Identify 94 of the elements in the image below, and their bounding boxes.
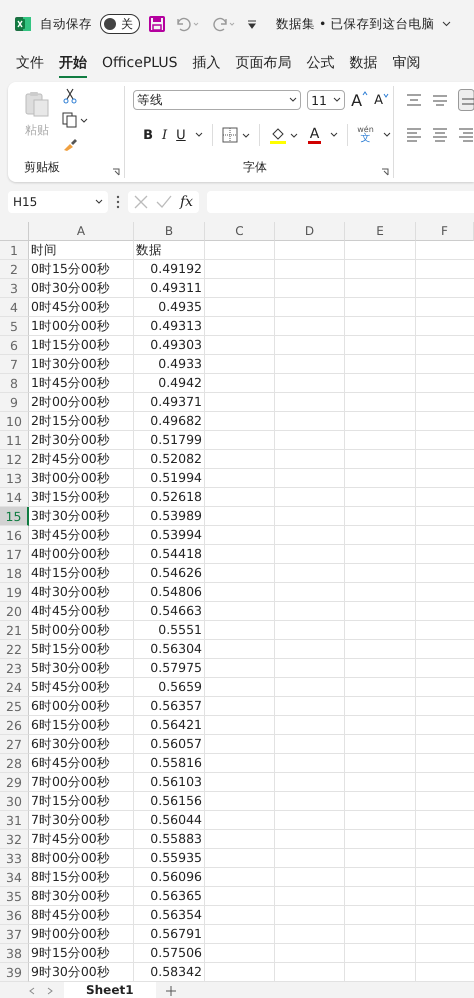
bold-button[interactable]: B — [143, 128, 154, 142]
row-header[interactable]: 3 — [0, 279, 29, 298]
sheet-tab[interactable]: Sheet1 — [64, 982, 156, 998]
ribbon-tab[interactable]: OfficePLUS — [102, 51, 178, 77]
row-header[interactable]: 11 — [0, 431, 29, 450]
row-header[interactable]: 21 — [0, 621, 29, 640]
font-size-field[interactable]: 11 — [307, 90, 346, 110]
row-header[interactable]: 30 — [0, 792, 29, 811]
row-header[interactable]: 25 — [0, 697, 29, 716]
autosave-toggle[interactable]: 关 — [100, 14, 140, 34]
copy-icon[interactable] — [62, 112, 88, 128]
row-header[interactable]: 12 — [0, 450, 29, 469]
ribbon-tab[interactable]: 开始 — [59, 50, 87, 78]
row-header[interactable]: 35 — [0, 887, 29, 906]
caret-down-icon — [382, 92, 389, 98]
row-header[interactable]: 4 — [0, 298, 29, 317]
row-header[interactable]: 19 — [0, 583, 29, 602]
fill-color-icon[interactable] — [268, 126, 299, 144]
row-header[interactable]: 10 — [0, 412, 29, 431]
row-header[interactable]: 37 — [0, 925, 29, 944]
row-header[interactable]: 5 — [0, 317, 29, 336]
align-bottom-icon[interactable] — [458, 89, 474, 111]
row-header[interactable]: 23 — [0, 659, 29, 678]
row-header[interactable]: 16 — [0, 526, 29, 545]
row-header[interactable]: 8 — [0, 374, 29, 393]
ribbon-tab[interactable]: 文件 — [16, 50, 44, 78]
chevron-down-icon[interactable] — [333, 97, 342, 103]
borders-icon[interactable] — [222, 127, 250, 143]
align-top-icon[interactable] — [406, 93, 422, 107]
row-header[interactable]: 2 — [0, 260, 29, 279]
row-header[interactable]: 1 — [0, 241, 29, 260]
ribbon-tab[interactable]: 审阅 — [392, 50, 421, 78]
next-sheet-icon[interactable] — [46, 987, 54, 995]
save-icon[interactable] — [148, 15, 166, 33]
grow-font-button[interactable]: A — [351, 90, 368, 110]
caret-icon[interactable] — [330, 132, 338, 138]
more-icon[interactable] — [116, 195, 120, 209]
underline-button[interactable]: U — [176, 128, 186, 142]
font-name-field[interactable]: 等线 — [133, 90, 302, 110]
group-label: 剪贴板 — [24, 159, 60, 176]
align-middle-icon[interactable] — [432, 93, 448, 107]
caret-up-icon — [362, 90, 368, 96]
row-header[interactable]: 13 — [0, 469, 29, 488]
row-header[interactable]: 20 — [0, 602, 29, 621]
row-header[interactable]: 7 — [0, 355, 29, 374]
chevron-down-icon[interactable] — [442, 21, 452, 27]
document-title[interactable]: 数据集 • 已保存到这台电脑 — [276, 16, 434, 32]
row-header[interactable]: 33 — [0, 849, 29, 868]
row-header[interactable]: 9 — [0, 393, 29, 412]
row-header[interactable]: 28 — [0, 754, 29, 773]
add-sheet-icon[interactable] — [166, 986, 176, 996]
format-painter-icon[interactable] — [62, 136, 78, 152]
cut-icon[interactable] — [62, 88, 78, 104]
row-header[interactable]: 36 — [0, 906, 29, 925]
italic-button[interactable]: I — [162, 128, 168, 142]
ribbon-tab[interactable]: 数据 — [350, 50, 378, 78]
row-header[interactable]: 27 — [0, 735, 29, 754]
row-header[interactable]: 26 — [0, 716, 29, 735]
chevron-down-icon[interactable] — [95, 199, 103, 205]
align-center-icon[interactable] — [432, 128, 448, 142]
row-header[interactable]: 38 — [0, 944, 29, 963]
group-label: 字体 — [243, 159, 268, 176]
row-header[interactable]: 22 — [0, 640, 29, 659]
row-header[interactable]: 29 — [0, 773, 29, 792]
clipboard-icon — [24, 90, 50, 118]
name-box[interactable]: H15 — [8, 191, 108, 213]
chevron-down-icon[interactable] — [289, 97, 298, 103]
excel-logo-icon — [14, 15, 32, 33]
ribbon-tab[interactable]: 公式 — [306, 50, 335, 78]
caret-icon[interactable] — [382, 132, 391, 138]
row-header[interactable]: 32 — [0, 830, 29, 849]
row-header[interactable]: 6 — [0, 336, 29, 355]
font-color-button[interactable]: A — [308, 126, 322, 144]
row-header[interactable]: 31 — [0, 811, 29, 830]
row-header[interactable]: 15 — [0, 507, 29, 526]
align-left-icon[interactable] — [406, 128, 422, 142]
row-header[interactable]: 39 — [0, 963, 29, 982]
ribbon-tab[interactable]: 页面布局 — [236, 50, 292, 78]
row-header[interactable]: 14 — [0, 488, 29, 507]
insert-function-button[interactable]: fx — [180, 194, 194, 210]
dialog-launcher-icon[interactable] — [381, 168, 389, 176]
shrink-font-button[interactable]: A — [374, 92, 389, 108]
row-header[interactable]: 18 — [0, 564, 29, 583]
row-header[interactable]: 24 — [0, 678, 29, 697]
customize-icon[interactable] — [246, 18, 258, 30]
row-header[interactable]: 34 — [0, 868, 29, 887]
dialog-launcher-icon[interactable] — [112, 168, 120, 176]
align-right-icon[interactable] — [458, 128, 474, 142]
caret-icon[interactable] — [194, 132, 203, 138]
row-header[interactable]: 17 — [0, 545, 29, 564]
previous-sheet-icon[interactable] — [28, 987, 36, 995]
ribbon-tab[interactable]: 插入 — [192, 50, 221, 78]
phonetic-guide-button[interactable]: wén 文 — [357, 126, 374, 144]
autosave-label: 自动保存 — [40, 16, 92, 32]
